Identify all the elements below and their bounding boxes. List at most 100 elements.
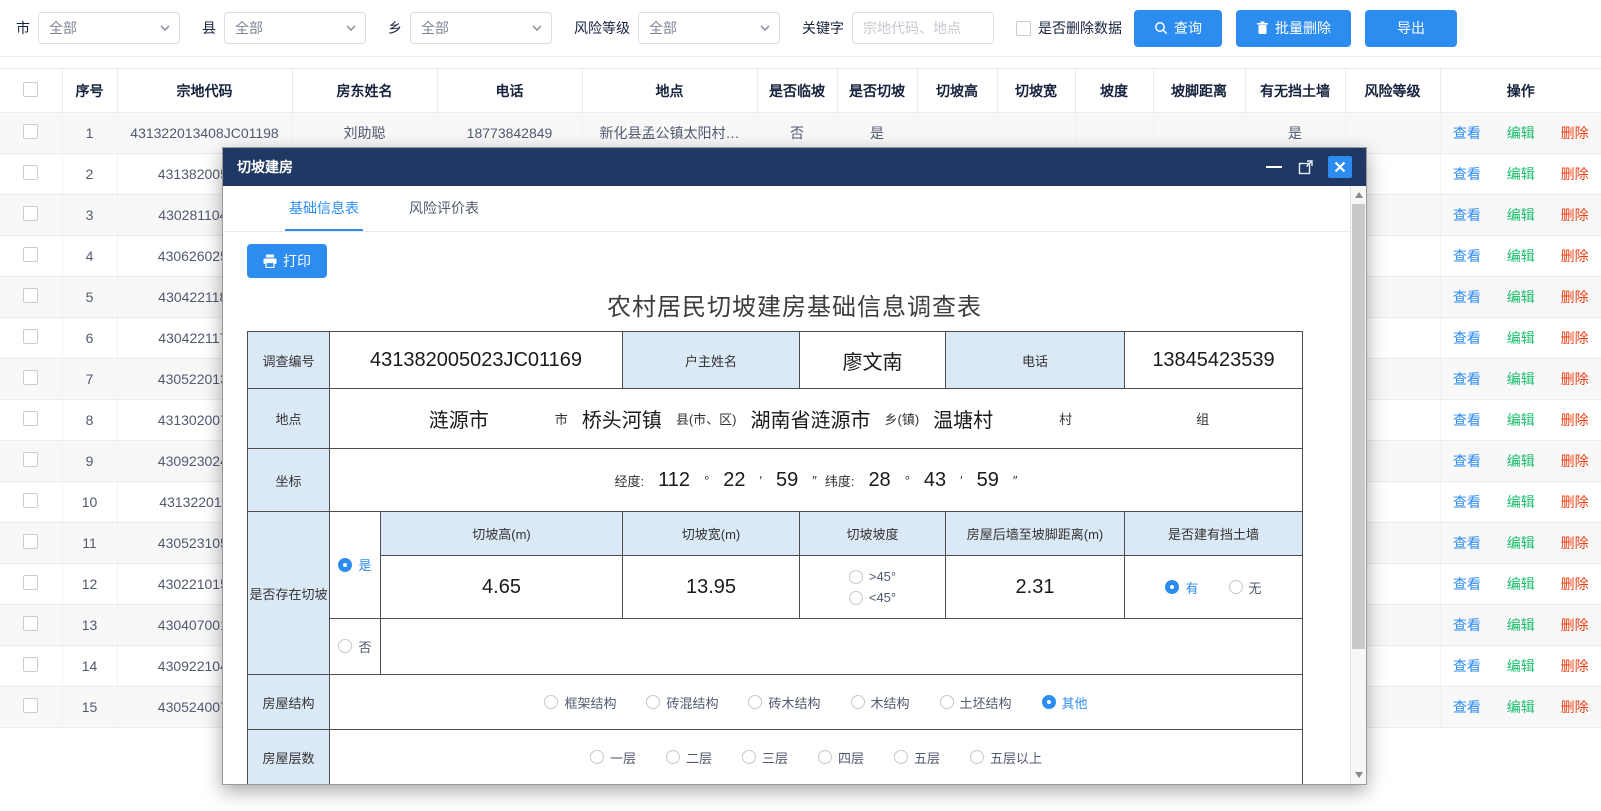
select-all-checkbox[interactable] [23, 82, 38, 97]
view-link[interactable]: 查看 [1453, 207, 1481, 223]
house-structure-radio[interactable]: 土坯结构 [940, 693, 1012, 712]
delete-link[interactable]: 删除 [1561, 248, 1589, 264]
house-structure-radio[interactable]: 框架结构 [544, 693, 616, 712]
delete-link[interactable]: 删除 [1561, 535, 1589, 551]
maximize-icon[interactable] [1298, 159, 1314, 175]
view-link[interactable]: 查看 [1453, 412, 1481, 428]
view-link[interactable]: 查看 [1453, 535, 1481, 551]
row-checkbox[interactable] [23, 206, 38, 221]
edit-link[interactable]: 编辑 [1507, 658, 1535, 674]
delete-link[interactable]: 删除 [1561, 617, 1589, 633]
modal-scrollbar[interactable] [1350, 186, 1366, 784]
print-button[interactable]: 打印 [247, 244, 327, 278]
delete-link[interactable]: 删除 [1561, 166, 1589, 182]
export-button[interactable]: 导出 [1365, 10, 1457, 47]
keyword-input[interactable] [852, 12, 994, 44]
row-checkbox[interactable] [23, 616, 38, 631]
edit-link[interactable]: 编辑 [1507, 535, 1535, 551]
row-checkbox[interactable] [23, 247, 38, 262]
house-structure-radio[interactable]: 砖混结构 [646, 693, 718, 712]
wall-yes-radio[interactable]: 有 [1165, 578, 1198, 597]
house-floors-radio[interactable]: 一层 [590, 748, 636, 767]
house-floors-radio[interactable]: 三层 [742, 748, 788, 767]
view-link[interactable]: 查看 [1453, 248, 1481, 264]
edit-link[interactable]: 编辑 [1507, 576, 1535, 592]
view-link[interactable]: 查看 [1453, 576, 1481, 592]
house-floors-radio[interactable]: 五层以上 [970, 748, 1042, 767]
view-link[interactable]: 查看 [1453, 453, 1481, 469]
edit-link[interactable]: 编辑 [1507, 125, 1535, 141]
county-select[interactable]: 全部 [224, 12, 366, 44]
delete-link[interactable]: 删除 [1561, 125, 1589, 141]
edit-link[interactable]: 编辑 [1507, 166, 1535, 182]
edit-link[interactable]: 编辑 [1507, 330, 1535, 346]
edit-link[interactable]: 编辑 [1507, 494, 1535, 510]
row-checkbox[interactable] [23, 165, 38, 180]
cut-slope-no-radio[interactable]: 否 [338, 637, 371, 656]
scroll-thumb[interactable] [1352, 204, 1365, 649]
edit-link[interactable]: 编辑 [1507, 699, 1535, 715]
delete-link[interactable]: 删除 [1561, 330, 1589, 346]
view-link[interactable]: 查看 [1453, 289, 1481, 305]
edit-link[interactable]: 编辑 [1507, 412, 1535, 428]
row-checkbox-cell [0, 646, 62, 687]
tab[interactable]: 基础信息表 [285, 186, 363, 231]
delete-link[interactable]: 删除 [1561, 699, 1589, 715]
close-icon[interactable] [1328, 156, 1352, 178]
row-checkbox[interactable] [23, 452, 38, 467]
view-link[interactable]: 查看 [1453, 617, 1481, 633]
edit-link[interactable]: 编辑 [1507, 207, 1535, 223]
delete-link[interactable]: 删除 [1561, 453, 1589, 469]
row-checkbox[interactable] [23, 288, 38, 303]
edit-link[interactable]: 编辑 [1507, 289, 1535, 305]
row-checkbox[interactable] [23, 370, 38, 385]
delete-link[interactable]: 删除 [1561, 494, 1589, 510]
house-floors-radio[interactable]: 五层 [894, 748, 940, 767]
delete-link[interactable]: 删除 [1561, 412, 1589, 428]
house-floors-radio[interactable]: 四层 [818, 748, 864, 767]
delete-link[interactable]: 删除 [1561, 207, 1589, 223]
row-checkbox[interactable] [23, 329, 38, 344]
edit-link[interactable]: 编辑 [1507, 371, 1535, 387]
view-link[interactable]: 查看 [1453, 166, 1481, 182]
view-link[interactable]: 查看 [1453, 125, 1481, 141]
delete-link[interactable]: 删除 [1561, 371, 1589, 387]
edit-link[interactable]: 编辑 [1507, 617, 1535, 633]
view-link[interactable]: 查看 [1453, 494, 1481, 510]
township-select[interactable]: 全部 [410, 12, 552, 44]
house-structure-radio[interactable]: 木结构 [851, 693, 910, 712]
row-checkbox[interactable] [23, 493, 38, 508]
house-structure-radio[interactable]: 其他 [1042, 693, 1088, 712]
row-checkbox[interactable] [23, 575, 38, 590]
house-floors-radio[interactable]: 二层 [666, 748, 712, 767]
view-link[interactable]: 查看 [1453, 371, 1481, 387]
wall-no-radio[interactable]: 无 [1229, 578, 1262, 597]
edit-link[interactable]: 编辑 [1507, 453, 1535, 469]
row-checkbox[interactable] [23, 411, 38, 426]
risk-level-select[interactable]: 全部 [638, 12, 780, 44]
edit-link[interactable]: 编辑 [1507, 248, 1535, 264]
view-link[interactable]: 查看 [1453, 330, 1481, 346]
query-button[interactable]: 查询 [1134, 10, 1222, 47]
deleted-data-checkbox[interactable] [1016, 21, 1031, 36]
cut-slope-yes-radio[interactable]: 是 [338, 555, 371, 574]
delete-link[interactable]: 删除 [1561, 658, 1589, 674]
row-checkbox[interactable] [23, 534, 38, 549]
house-structure-radio[interactable]: 砖木结构 [748, 693, 820, 712]
slope-degree-radio[interactable]: >45° [849, 569, 896, 584]
view-link[interactable]: 查看 [1453, 658, 1481, 674]
delete-link[interactable]: 删除 [1561, 289, 1589, 305]
batch-delete-button[interactable]: 批量删除 [1236, 10, 1351, 47]
view-link[interactable]: 查看 [1453, 699, 1481, 715]
minimize-icon[interactable] [1266, 166, 1282, 168]
city-select[interactable]: 全部 [38, 12, 180, 44]
row-checkbox[interactable] [23, 698, 38, 713]
slope-degree-radio[interactable]: <45° [849, 590, 896, 605]
row-checkbox-cell [0, 318, 62, 359]
scroll-up-arrow[interactable] [1355, 192, 1363, 198]
delete-link[interactable]: 删除 [1561, 576, 1589, 592]
row-checkbox[interactable] [23, 124, 38, 139]
scroll-down-arrow[interactable] [1355, 772, 1363, 778]
row-checkbox[interactable] [23, 657, 38, 672]
tab[interactable]: 风险评价表 [405, 186, 483, 231]
